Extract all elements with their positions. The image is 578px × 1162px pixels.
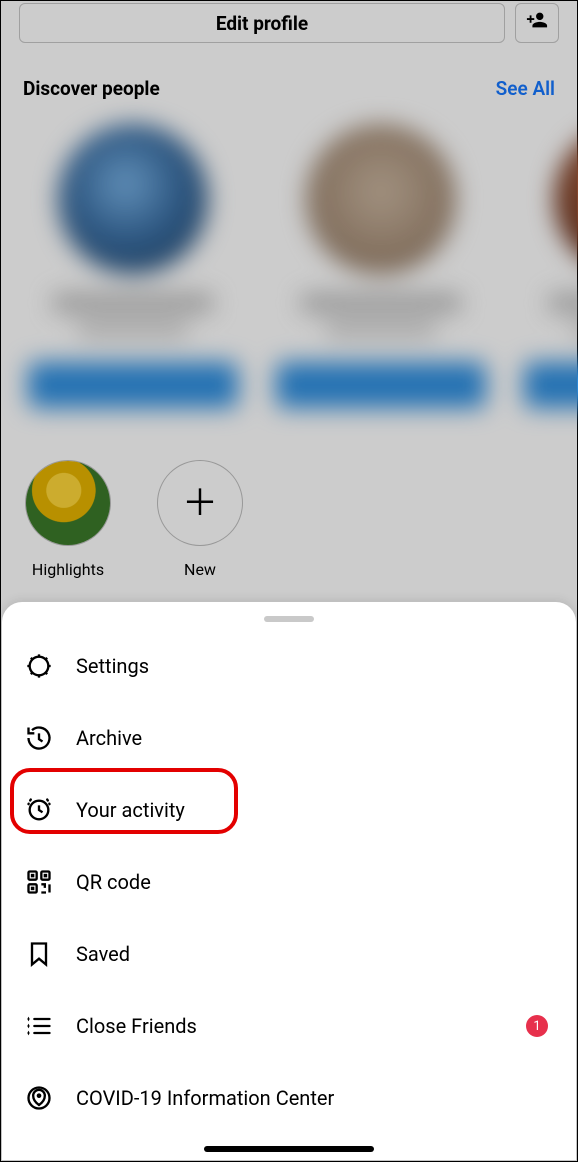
highlight-label: New [184,560,216,579]
discover-name [53,294,213,312]
menu-item-close-friends[interactable]: Close Friends 1 [2,990,576,1062]
discover-subtitle [574,322,578,336]
discover-subtitle [78,322,188,336]
menu-item-label: Settings [76,654,149,678]
saved-icon [24,939,54,969]
archive-icon [24,723,54,753]
follow-button[interactable] [276,362,486,408]
discover-card[interactable] [23,124,243,408]
close-friends-icon [24,1011,54,1041]
close-friends-badge: 1 [526,1015,548,1037]
home-indicator[interactable] [204,1146,374,1152]
see-all-link[interactable]: See All [496,77,555,100]
edit-profile-button[interactable]: Edit profile [19,3,505,43]
discover-avatar [306,124,456,274]
add-person-icon [526,9,548,37]
highlight-new-button[interactable]: ＋ New [155,460,245,579]
discover-name [301,294,461,312]
menu-item-label: QR code [76,870,151,894]
follow-button[interactable] [524,362,578,408]
follow-button[interactable] [28,362,238,408]
options-bottom-sheet: Settings Archive Your activity QR code S [2,602,576,1160]
settings-icon [24,651,54,681]
discover-people-title: Discover people [23,77,160,100]
menu-item-your-activity[interactable]: Your activity [2,774,576,846]
discover-name [549,294,578,312]
menu-item-label: Archive [76,726,142,750]
menu-item-settings[interactable]: Settings [2,630,576,702]
menu-item-qr-code[interactable]: QR code [2,846,576,918]
discover-card[interactable] [271,124,491,408]
plus-icon: ＋ [182,485,218,521]
menu-item-label: Your activity [76,798,185,822]
highlight-label: Highlights [32,560,104,579]
menu-item-archive[interactable]: Archive [2,702,576,774]
menu-item-covid-info[interactable]: COVID-19 Information Center [2,1062,576,1134]
discover-avatar [554,124,578,274]
discover-avatar [58,124,208,274]
menu-item-label: COVID-19 Information Center [76,1086,334,1110]
activity-icon [24,795,54,825]
discover-subtitle [326,322,436,336]
add-friend-button[interactable] [515,3,559,43]
menu-item-label: Close Friends [76,1014,197,1038]
menu-item-label: Saved [76,942,130,966]
sheet-grabber[interactable] [264,616,314,622]
qr-code-icon [24,867,54,897]
discover-card[interactable] [519,124,578,408]
menu-item-saved[interactable]: Saved [2,918,576,990]
highlight-item[interactable]: Highlights [23,460,113,579]
highlight-image [26,461,110,545]
covid-info-icon [24,1083,54,1113]
discover-carousel[interactable] [1,124,577,408]
